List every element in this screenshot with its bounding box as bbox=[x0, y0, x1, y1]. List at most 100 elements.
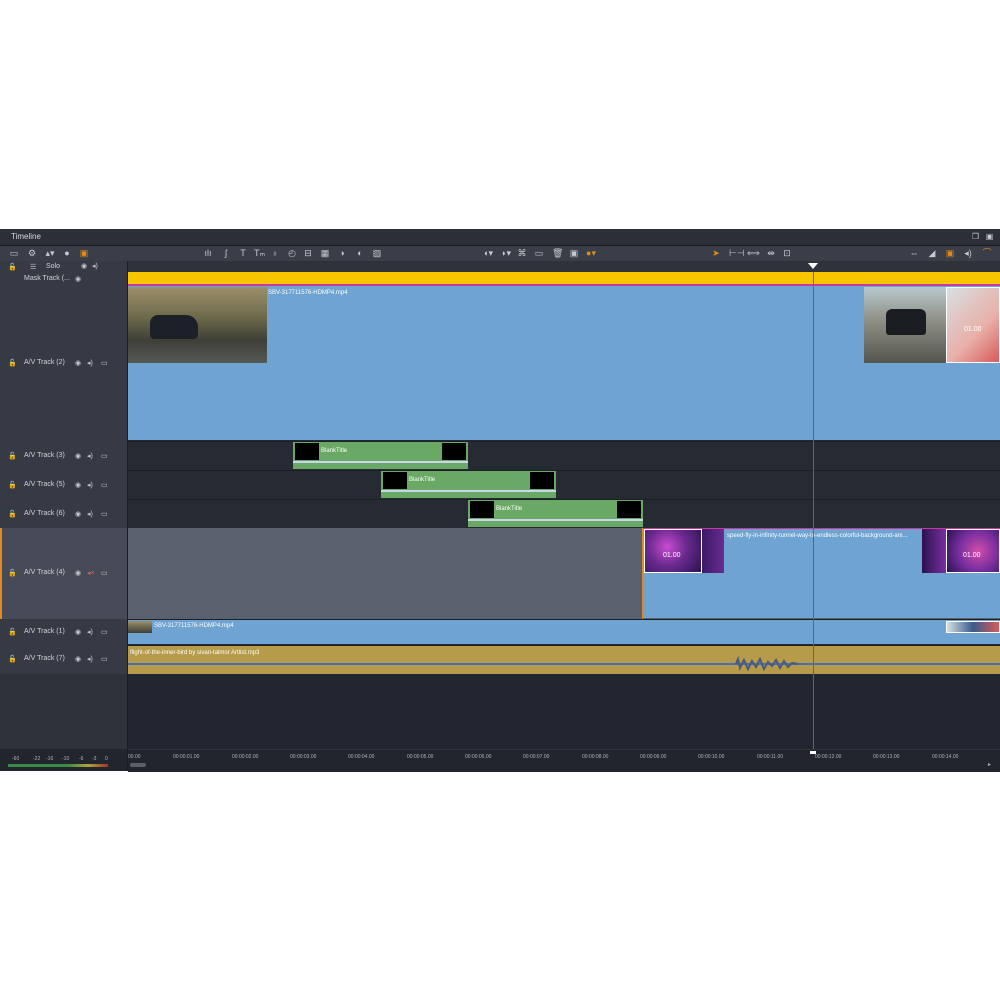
track-header-av1[interactable]: 🔓 A/V Track (1) ◉ ◂) ▭ bbox=[0, 619, 127, 646]
eye-icon[interactable]: ◉ bbox=[75, 275, 81, 283]
snapshot-icon[interactable]: ▣ bbox=[79, 248, 89, 259]
video-clip[interactable]: 01.00 speed-fly-in-infinity-tunnel-way-t… bbox=[643, 528, 1000, 618]
eye-icon[interactable]: ◉ bbox=[75, 452, 81, 460]
transition-block[interactable] bbox=[946, 621, 1000, 633]
speaker-icon[interactable]: ◂) bbox=[87, 510, 93, 518]
capture-icon[interactable]: ▣ bbox=[569, 248, 579, 259]
speaker-icon[interactable]: ◂) bbox=[962, 248, 974, 259]
audio-mixer-icon[interactable]: ▴▾ bbox=[43, 248, 57, 259]
volume-split-icon[interactable]: ⇔ bbox=[908, 248, 920, 259]
image-icon[interactable]: ▨ bbox=[372, 248, 382, 259]
clip-divider bbox=[468, 519, 643, 521]
track-header-av2[interactable]: 🔓 A/V Track (2) ◉ ◂) ▭ bbox=[0, 286, 127, 442]
lock-icon[interactable]: 🔓 bbox=[8, 628, 17, 636]
speaker-icon[interactable]: ◂) bbox=[87, 452, 93, 460]
title-icon[interactable]: T bbox=[238, 248, 248, 259]
monitor-icon[interactable]: ▭ bbox=[101, 481, 108, 489]
lock-icon[interactable]: 🔓 bbox=[8, 452, 17, 460]
keyframe-icon[interactable]: ▭ bbox=[534, 248, 544, 259]
transition-block[interactable]: 01.00 bbox=[946, 287, 1000, 363]
horizontal-scrollbar-thumb[interactable] bbox=[130, 763, 146, 767]
speaker-icon[interactable]: ◂) bbox=[92, 262, 98, 270]
delete-icon[interactable]: 🗑 bbox=[552, 248, 563, 259]
pin-icon[interactable]: ●▾ bbox=[584, 248, 598, 259]
monitor-icon[interactable]: ▭ bbox=[101, 628, 108, 636]
fit-icon[interactable]: ⊡ bbox=[782, 248, 792, 259]
list-icon[interactable]: ☰ bbox=[30, 263, 36, 271]
video-clip[interactable]: SBV-317711576-HDMP4.mp4 bbox=[128, 620, 1000, 644]
blend-icon[interactable]: ◑ bbox=[337, 248, 347, 259]
lock-icon[interactable]: 🔓 bbox=[8, 569, 17, 577]
lock-icon[interactable]: 🔓 bbox=[8, 510, 17, 518]
speaker-icon[interactable]: ◂) bbox=[87, 628, 93, 636]
title-clip[interactable]: BlankTitle bbox=[293, 442, 468, 469]
pointer-icon[interactable]: ➤ bbox=[711, 248, 721, 259]
monitor-icon[interactable]: ▭ bbox=[101, 655, 108, 663]
monitor-icon[interactable]: ▭ bbox=[101, 569, 108, 577]
maximize-icon[interactable]: ▣ bbox=[985, 229, 994, 245]
marker-options-icon[interactable]: ◗▾ bbox=[499, 248, 513, 259]
title-clip[interactable]: BlankTitle bbox=[468, 500, 643, 527]
video-clip[interactable]: SBV-317711576-HDMP4.mp4 01.00 bbox=[128, 286, 1000, 440]
eye-icon[interactable]: ◉ bbox=[75, 628, 81, 636]
record-icon[interactable]: ● bbox=[62, 248, 72, 259]
audio-clip[interactable]: flight-of-the-inner-bird by sivan-talmor… bbox=[128, 646, 1000, 674]
grid-icon[interactable]: ▦ bbox=[320, 248, 330, 259]
speaker-muted-icon[interactable]: ◂× bbox=[87, 569, 95, 577]
ruler-playhead-marker[interactable] bbox=[810, 751, 816, 754]
text-icon[interactable]: Tₘ bbox=[254, 248, 265, 259]
storyboard-icon[interactable]: ▭ bbox=[9, 248, 19, 259]
speaker-icon[interactable]: ◂) bbox=[87, 359, 93, 367]
eye-icon[interactable]: ◉ bbox=[75, 655, 81, 663]
settings-icon[interactable]: ⚙ bbox=[27, 248, 37, 259]
eye-icon[interactable]: ◉ bbox=[81, 262, 87, 270]
track-header-av3[interactable]: 🔓 A/V Track (3) ◉ ◂) ▭ bbox=[0, 441, 127, 471]
track-header-av5[interactable]: 🔓 A/V Track (5) ◉ ◂) ▭ bbox=[0, 470, 127, 500]
playhead-line[interactable] bbox=[813, 272, 814, 771]
monitor-icon[interactable]: ▭ bbox=[101, 359, 108, 367]
volume-line[interactable] bbox=[128, 663, 1000, 665]
time-ruler[interactable]: 00.00 00:00:01.00 00:00:02.00 00:00:03.0… bbox=[128, 749, 1000, 772]
lock-icon[interactable]: 🔓 bbox=[8, 359, 17, 367]
slip-icon[interactable]: ⟺ bbox=[747, 248, 760, 259]
audio-icon[interactable]: ▣ bbox=[944, 248, 956, 259]
trim-icon[interactable]: ⊢⊣ bbox=[729, 248, 745, 259]
eye-icon[interactable]: ◉ bbox=[75, 510, 81, 518]
split-icon[interactable]: ⊟ bbox=[303, 248, 313, 259]
overlay-icon[interactable]: ◐ bbox=[355, 248, 365, 259]
clock-icon[interactable]: ◴ bbox=[287, 248, 297, 259]
transition-block[interactable]: 01.00 bbox=[946, 529, 1000, 573]
mask-clip[interactable] bbox=[128, 272, 1000, 284]
speaker-icon[interactable]: ◂) bbox=[87, 655, 93, 663]
microphone-icon[interactable]: ♁ bbox=[270, 248, 280, 259]
slide-icon[interactable]: ⇹ bbox=[765, 248, 777, 259]
eye-icon[interactable]: ◉ bbox=[75, 481, 81, 489]
meter-label: -10 bbox=[62, 756, 70, 762]
title-clip[interactable]: BlankTitle bbox=[381, 471, 556, 498]
link-icon[interactable]: ⌘ bbox=[517, 248, 527, 259]
solo-label[interactable]: Solo bbox=[46, 263, 60, 270]
empty-lane-area[interactable] bbox=[128, 674, 1000, 749]
track-header-av7[interactable]: 🔓 A/V Track (7) ◉ ◂) ▭ bbox=[0, 645, 127, 675]
eye-icon[interactable]: ◉ bbox=[75, 359, 81, 367]
track-header-av6[interactable]: 🔓 A/V Track (6) ◉ ◂) ▭ bbox=[0, 499, 127, 529]
scroll-right-icon[interactable]: ▸ bbox=[988, 761, 991, 768]
mute-icon[interactable]: ◢ bbox=[926, 248, 938, 259]
speed-icon[interactable]: ʃ bbox=[221, 248, 231, 259]
track-header-av4[interactable]: 🔓 A/V Track (4) ◉ ◂× ▭ bbox=[0, 528, 127, 620]
lock-icon[interactable]: 🔓 bbox=[8, 481, 17, 489]
eye-icon[interactable]: ◉ bbox=[75, 569, 81, 577]
monitor-icon[interactable]: ▭ bbox=[101, 452, 108, 460]
restore-icon[interactable]: ❐ bbox=[971, 229, 980, 245]
wave-icon[interactable]: ⌒ bbox=[980, 248, 994, 259]
levels-icon[interactable]: ılı bbox=[203, 248, 213, 259]
ruler-tick: 00:00:11.00 bbox=[757, 754, 784, 760]
monitor-icon[interactable]: ▭ bbox=[101, 510, 108, 518]
lock-icon[interactable]: 🔓 bbox=[8, 263, 17, 271]
speaker-icon[interactable]: ◂) bbox=[87, 481, 93, 489]
transition-block[interactable]: 01.00 bbox=[644, 529, 702, 573]
marker-icon[interactable]: ◖▾ bbox=[481, 248, 495, 259]
lock-icon[interactable]: 🔓 bbox=[8, 655, 17, 663]
track-header-mask[interactable]: Mask Track (... ◉ bbox=[0, 272, 127, 287]
playhead-marker-icon[interactable] bbox=[808, 263, 818, 270]
